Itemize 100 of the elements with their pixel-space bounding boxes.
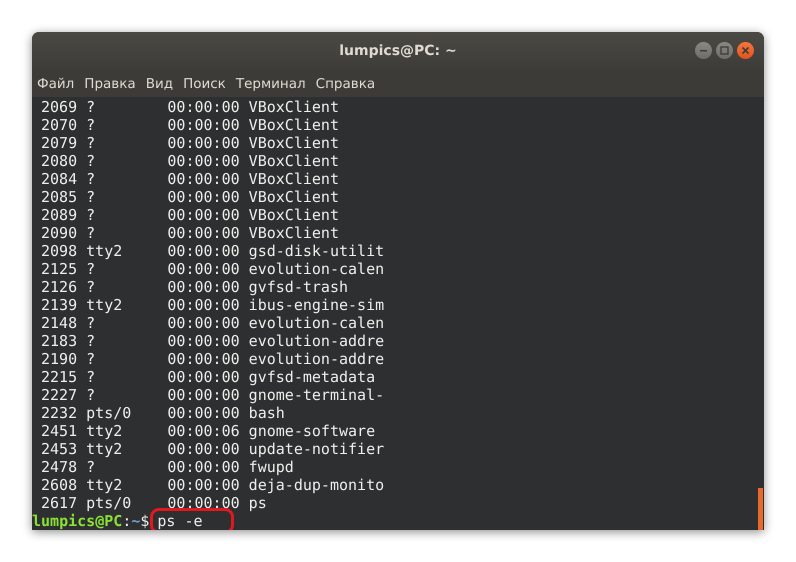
time-text: 00:00:00 xyxy=(167,296,241,314)
pid-text: 2079 xyxy=(41,134,78,152)
tty-text: ? xyxy=(86,116,96,134)
menu-item[interactable]: Поиск xyxy=(178,76,231,92)
prompt-user-host: lumpics@PC xyxy=(32,512,122,530)
menu-item[interactable]: Вид xyxy=(140,76,178,92)
pid-text: 2232 xyxy=(41,404,78,422)
pid-text: 2451 xyxy=(41,422,78,440)
time-text: 00:00:06 xyxy=(167,422,241,440)
pid-text: 2148 xyxy=(41,314,78,332)
tty-text: ? xyxy=(86,350,96,368)
command-text: gsd-disk-utilit xyxy=(248,242,384,260)
command-text: VBoxClient xyxy=(248,116,339,134)
tty-text: ? xyxy=(86,152,96,170)
time-text: 00:00:00 xyxy=(167,314,241,332)
window-title: lumpics@PC: ~ xyxy=(339,43,457,59)
time-text: 00:00:00 xyxy=(167,386,241,404)
command-text: update-notifier xyxy=(248,440,384,458)
tty-text: tty2 xyxy=(86,242,124,260)
tty-text: tty2 xyxy=(86,476,124,494)
prompt-separator: : xyxy=(122,512,132,530)
pid-text: 2215 xyxy=(41,368,78,386)
time-text: 00:00:00 xyxy=(167,152,241,170)
command-text: VBoxClient xyxy=(248,188,339,206)
command-text: fwupd xyxy=(248,458,294,476)
time-text: 00:00:00 xyxy=(167,224,241,242)
tty-text: ? xyxy=(86,278,96,296)
close-button[interactable] xyxy=(737,42,754,59)
tty-text: tty2 xyxy=(86,422,124,440)
tty-text: ? xyxy=(86,332,96,350)
pid-text: 2617 xyxy=(41,494,78,512)
highlighted-command: ps -e xyxy=(150,508,234,530)
pid-text: 2080 xyxy=(41,152,78,170)
time-text: 00:00:00 xyxy=(167,98,241,116)
minimize-button[interactable] xyxy=(695,42,712,59)
pid-text: 2227 xyxy=(41,386,78,404)
command-text: ps xyxy=(248,494,267,512)
command-text: gnome-terminal- xyxy=(248,386,384,404)
tty-text: ? xyxy=(86,314,96,332)
pid-text: 2139 xyxy=(41,296,78,314)
time-text: 00:00:00 xyxy=(167,476,241,494)
command-text: gnome-software xyxy=(248,422,376,440)
time-text: 00:00:00 xyxy=(167,116,241,134)
command-text: evolution-calen xyxy=(248,260,384,278)
pid-text: 2453 xyxy=(41,440,78,458)
command-text: deja-dup-monito xyxy=(248,476,384,494)
time-text: 00:00:00 xyxy=(167,404,241,422)
command-text: evolution-calen xyxy=(248,314,384,332)
time-text: 00:00:00 xyxy=(167,278,241,296)
command-text: evolution-addre xyxy=(248,332,384,350)
tty-text: ? xyxy=(86,386,96,404)
maximize-icon xyxy=(720,46,729,55)
tty-text: ? xyxy=(86,170,96,188)
command-text: VBoxClient xyxy=(248,152,339,170)
menu-item[interactable]: Правка xyxy=(79,76,141,92)
menu-item[interactable]: Справка xyxy=(310,76,380,92)
pid-text: 2070 xyxy=(41,116,78,134)
command-text: gvfsd-metadata xyxy=(248,368,376,386)
menu-item[interactable]: Терминал xyxy=(230,76,311,92)
tty-text: ? xyxy=(86,98,96,116)
close-icon xyxy=(741,46,750,55)
time-text: 00:00:00 xyxy=(167,350,241,368)
pid-text: 2090 xyxy=(41,224,78,242)
maximize-button[interactable] xyxy=(716,42,733,59)
command-text: VBoxClient xyxy=(248,224,339,242)
tty-text: ? xyxy=(86,260,96,278)
command-text: VBoxClient xyxy=(248,134,339,152)
command-text: bash xyxy=(248,404,285,422)
time-text: 00:00:00 xyxy=(167,332,241,350)
time-text: 00:00:00 xyxy=(167,206,241,224)
pid-text: 2478 xyxy=(41,458,78,476)
tty-text: ? xyxy=(86,188,96,206)
scrollbar-thumb[interactable] xyxy=(758,488,763,530)
menu-item[interactable]: Файл xyxy=(32,76,80,92)
time-text: 00:00:00 xyxy=(167,440,241,458)
pid-text: 2085 xyxy=(41,188,78,206)
time-text: 00:00:00 xyxy=(167,458,241,476)
tty-text: tty2 xyxy=(86,440,124,458)
pid-text: 2190 xyxy=(41,350,78,368)
time-text: 00:00:00 xyxy=(167,188,241,206)
tty-text: pts/0 xyxy=(86,494,132,512)
pid-text: 2125 xyxy=(41,260,78,278)
tty-text: ? xyxy=(86,134,96,152)
pid-text: 2608 xyxy=(41,476,78,494)
command-text: VBoxClient xyxy=(248,170,339,188)
tty-text: tty2 xyxy=(86,296,124,314)
pid-text: 2084 xyxy=(41,170,78,188)
command-text: VBoxClient xyxy=(248,98,339,116)
tty-text: ? xyxy=(86,206,96,224)
time-text: 00:00:00 xyxy=(167,368,241,386)
tty-text: ? xyxy=(86,224,96,242)
prompt-symbol: $ xyxy=(140,512,150,530)
command-text: gvfsd-trash xyxy=(248,278,348,296)
command-text: evolution-addre xyxy=(248,350,384,368)
tty-text: ? xyxy=(86,368,96,386)
pid-text: 2183 xyxy=(41,332,78,350)
pid-text: 2126 xyxy=(41,278,78,296)
tty-text: pts/0 xyxy=(86,404,132,422)
time-text: 00:00:00 xyxy=(167,134,241,152)
prompt-path: ~ xyxy=(131,512,140,530)
